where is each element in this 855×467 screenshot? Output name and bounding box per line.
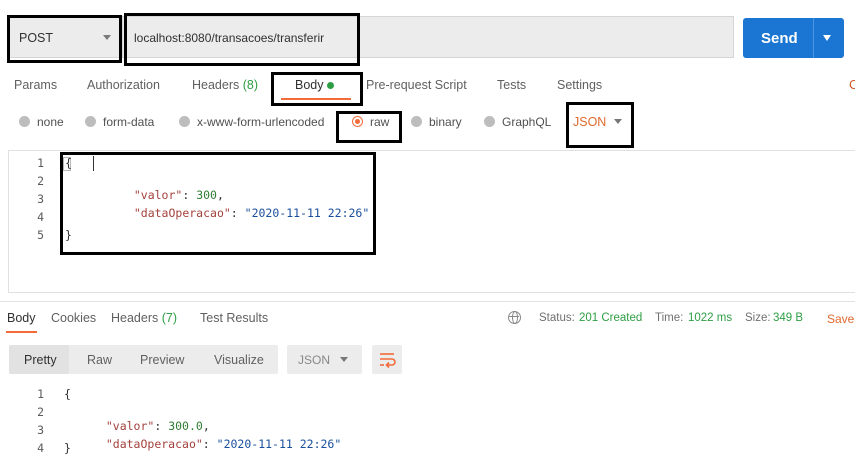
radio-form-data-label: form-data bbox=[103, 115, 155, 129]
tab-tests[interactable]: Tests bbox=[497, 78, 526, 92]
time-label: Time: bbox=[655, 312, 684, 324]
wrap-lines-icon bbox=[380, 353, 396, 369]
wrap-lines-button[interactable] bbox=[372, 345, 402, 374]
time-value: 1022 ms bbox=[688, 312, 733, 324]
response-tab-cookies[interactable]: Cookies bbox=[51, 311, 96, 325]
highlight-frame-method bbox=[7, 15, 122, 63]
send-options-chevron-icon[interactable] bbox=[823, 35, 831, 41]
radio-graphql[interactable] bbox=[484, 116, 495, 127]
line-number: 2 bbox=[37, 405, 44, 419]
response-active-underline bbox=[6, 331, 37, 333]
response-format-label: JSON bbox=[298, 353, 331, 367]
response-line-dataoperacao: "dataOperacao": "2020-11-11 22:26" bbox=[105, 437, 342, 451]
cookies-link-partial[interactable]: C bbox=[849, 77, 855, 92]
radio-form-data[interactable] bbox=[85, 116, 96, 127]
line-number: 5 bbox=[37, 228, 44, 242]
tab-headers-count: (8) bbox=[242, 78, 259, 92]
line-number: 3 bbox=[37, 192, 44, 206]
size-value: 349 B bbox=[773, 312, 804, 324]
tab-params[interactable]: Params bbox=[14, 78, 57, 92]
line-number: 1 bbox=[37, 156, 44, 170]
highlight-frame-json bbox=[566, 102, 634, 148]
highlight-frame-body-tab bbox=[271, 72, 363, 106]
view-raw-button[interactable]: Raw bbox=[87, 353, 112, 367]
tab-settings[interactable]: Settings bbox=[557, 78, 602, 92]
highlight-frame-raw bbox=[336, 111, 402, 143]
response-tab-headers[interactable]: Headers (7) bbox=[111, 311, 177, 325]
send-divider bbox=[813, 18, 814, 58]
tab-headers[interactable]: Headers (8) bbox=[192, 78, 258, 92]
line-number: 2 bbox=[37, 174, 44, 188]
tab-authorization[interactable]: Authorization bbox=[87, 78, 160, 92]
tab-headers-label: Headers bbox=[192, 78, 240, 92]
highlight-frame-body-json bbox=[60, 152, 376, 255]
save-response-button[interactable]: Save bbox=[827, 312, 854, 326]
radio-none-label: none bbox=[37, 115, 64, 129]
json-key: "dataOperacao" bbox=[105, 437, 203, 451]
response-close-brace: } bbox=[64, 441, 71, 455]
status-label: Status: bbox=[539, 312, 575, 324]
response-tab-test-results[interactable]: Test Results bbox=[200, 311, 268, 325]
chevron-down-icon bbox=[340, 357, 348, 362]
line-number: 4 bbox=[37, 441, 44, 455]
line-number: 1 bbox=[37, 387, 44, 401]
status-value: 201 Created bbox=[579, 312, 643, 324]
line-number: 3 bbox=[37, 423, 44, 437]
line-number: 4 bbox=[37, 210, 44, 224]
radio-binary[interactable] bbox=[411, 116, 422, 127]
response-divider bbox=[0, 301, 855, 302]
view-visualize-button[interactable]: Visualize bbox=[214, 353, 264, 367]
view-pretty-button[interactable]: Pretty bbox=[24, 353, 57, 367]
response-tab-headers-label: Headers bbox=[111, 311, 159, 325]
response-open-brace: { bbox=[64, 387, 71, 401]
response-tab-headers-count: (7) bbox=[161, 311, 178, 325]
view-preview-button[interactable]: Preview bbox=[140, 353, 184, 367]
json-string: "2020-11-11 22:26" bbox=[216, 437, 342, 451]
response-tab-body[interactable]: Body bbox=[7, 311, 36, 325]
size-label: Size: bbox=[745, 312, 771, 324]
highlight-frame-url bbox=[124, 13, 360, 66]
radio-none[interactable] bbox=[19, 116, 30, 127]
tab-pre-request-script[interactable]: Pre-request Script bbox=[366, 78, 467, 92]
send-button-label: Send bbox=[761, 30, 798, 47]
radio-binary-label: binary bbox=[429, 115, 462, 129]
globe-icon[interactable] bbox=[508, 311, 521, 324]
radio-urlencoded-label: x-www-form-urlencoded bbox=[197, 115, 325, 129]
radio-urlencoded[interactable] bbox=[179, 116, 190, 127]
radio-graphql-label: GraphQL bbox=[502, 115, 552, 129]
